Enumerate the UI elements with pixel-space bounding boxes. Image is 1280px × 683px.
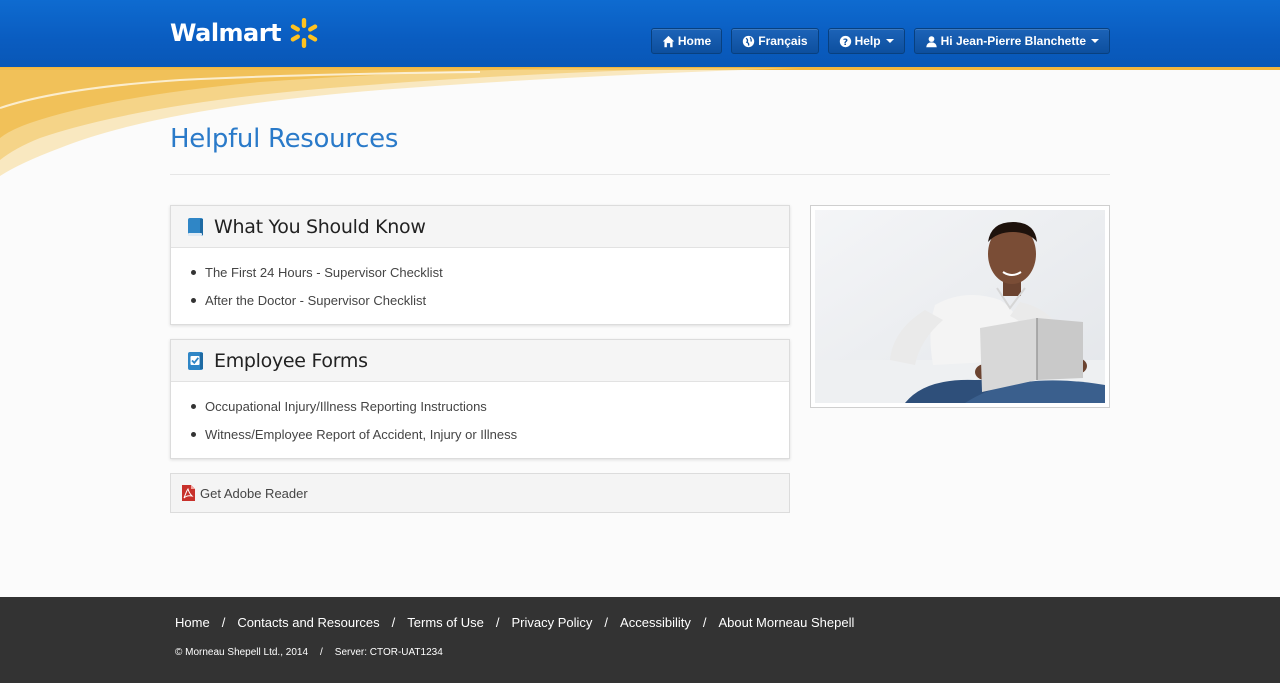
language-button[interactable]: Français (731, 28, 819, 54)
pdf-icon (182, 485, 195, 501)
panel-header: Employee Forms (171, 340, 789, 382)
footer-meta: © Morneau Shepell Ltd., 2014 / Server: C… (175, 647, 443, 658)
top-nav: Home Français ? Help Hi Jean-Pierre Blan… (650, 28, 1110, 54)
photo-frame (810, 205, 1110, 408)
panel-header: What You Should Know (171, 206, 789, 248)
footer-link-terms[interactable]: Terms of Use (407, 615, 484, 630)
top-header: Walmart Home Français ? Help Hi Jean-Pie… (0, 0, 1280, 68)
separator: / (221, 615, 226, 630)
list-item: After the Doctor - Supervisor Checklist (191, 286, 789, 314)
home-icon (662, 35, 675, 47)
user-menu-button[interactable]: Hi Jean-Pierre Blanchette (913, 28, 1110, 54)
user-menu-label: Hi Jean-Pierre Blanchette (940, 34, 1086, 48)
panel-employee-forms: Employee Forms Occupational Injury/Illne… (170, 339, 790, 459)
forms-list: Occupational Injury/Illness Reporting In… (171, 382, 789, 458)
decorative-swoosh (0, 68, 800, 176)
resource-list: The First 24 Hours - Supervisor Checklis… (171, 248, 789, 324)
list-item: The First 24 Hours - Supervisor Checklis… (191, 258, 789, 286)
divider (170, 174, 1110, 175)
checked-form-icon (188, 351, 203, 370)
user-icon (925, 35, 937, 47)
server-text: Server: CTOR-UAT1234 (334, 647, 443, 658)
footer-link-privacy[interactable]: Privacy Policy (512, 615, 593, 630)
page-title: Helpful Resources (170, 124, 399, 154)
separator: / (702, 615, 707, 630)
question-icon: ? (839, 35, 851, 47)
chevron-down-icon (885, 39, 894, 43)
adobe-link-label: Get Adobe Reader (200, 485, 308, 501)
chevron-down-icon (1091, 39, 1099, 43)
footer-nav: Home / Contacts and Resources / Terms of… (175, 615, 854, 630)
resource-link[interactable]: After the Doctor - Supervisor Checklist (205, 293, 426, 308)
help-button[interactable]: ? Help (827, 28, 905, 54)
footer-link-about[interactable]: About Morneau Shepell (718, 615, 854, 630)
separator: / (320, 647, 323, 658)
copyright-text: © Morneau Shepell Ltd., 2014 (175, 647, 309, 658)
separator: / (495, 615, 500, 630)
book-icon (188, 217, 203, 236)
help-button-label: Help (854, 34, 881, 48)
panel-title: Employee Forms (214, 349, 368, 372)
separator: / (604, 615, 609, 630)
list-item: Witness/Employee Report of Accident, Inj… (191, 420, 789, 448)
logo-text: Walmart (170, 19, 282, 47)
panel-what-you-should-know: What You Should Know The First 24 Hours … (170, 205, 790, 325)
site-footer: Home / Contacts and Resources / Terms of… (0, 597, 1280, 683)
list-item: Occupational Injury/Illness Reporting In… (191, 392, 789, 420)
svg-text:?: ? (843, 37, 848, 47)
language-button-label: Français (758, 34, 808, 48)
globe-icon (743, 35, 755, 47)
form-link[interactable]: Witness/Employee Report of Accident, Inj… (205, 427, 517, 442)
panel-title: What You Should Know (214, 215, 426, 238)
man-reading-book-image (815, 210, 1105, 403)
footer-link-home[interactable]: Home (175, 615, 210, 630)
footer-link-contacts[interactable]: Contacts and Resources (237, 615, 379, 630)
home-button-label: Home (677, 34, 712, 48)
resource-link[interactable]: The First 24 Hours - Supervisor Checklis… (205, 265, 443, 280)
walmart-logo[interactable]: Walmart (170, 16, 321, 50)
form-link[interactable]: Occupational Injury/Illness Reporting In… (205, 399, 487, 414)
get-adobe-reader-link[interactable]: Get Adobe Reader (170, 473, 790, 513)
separator: / (391, 615, 396, 630)
home-button[interactable]: Home (650, 28, 723, 54)
footer-link-accessibility[interactable]: Accessibility (620, 615, 691, 630)
spark-icon (290, 18, 318, 48)
